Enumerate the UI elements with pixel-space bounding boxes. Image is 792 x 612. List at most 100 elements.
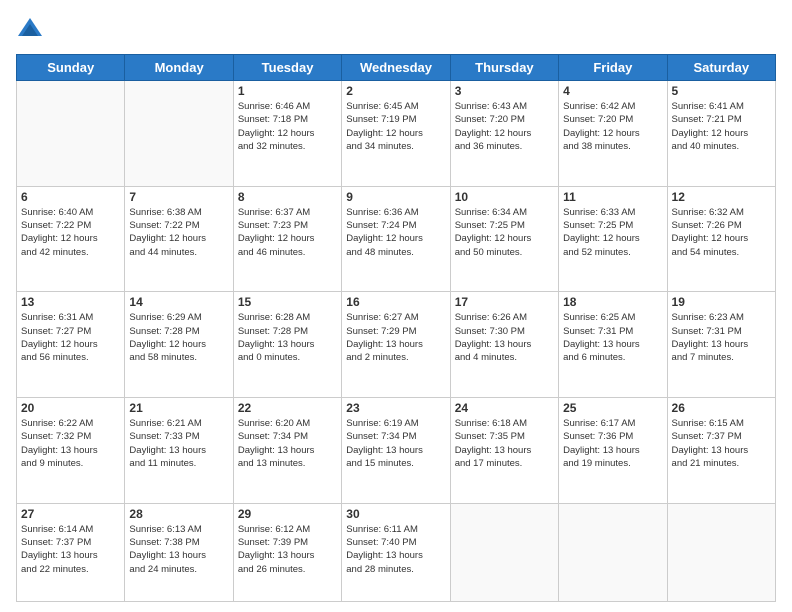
day-info: Sunrise: 6:13 AM Sunset: 7:38 PM Dayligh…	[129, 523, 228, 576]
day-number: 11	[563, 190, 662, 204]
day-info: Sunrise: 6:37 AM Sunset: 7:23 PM Dayligh…	[238, 206, 337, 259]
day-number: 14	[129, 295, 228, 309]
day-info: Sunrise: 6:18 AM Sunset: 7:35 PM Dayligh…	[455, 417, 554, 470]
day-cell-22: 22Sunrise: 6:20 AM Sunset: 7:34 PM Dayli…	[233, 398, 341, 504]
day-number: 5	[672, 84, 771, 98]
day-number: 9	[346, 190, 445, 204]
calendar-table: SundayMondayTuesdayWednesdayThursdayFrid…	[16, 54, 776, 602]
day-cell-15: 15 Sunrise: 6:28 AM Sunset: 7:28 PM Dayli…	[233, 292, 341, 398]
day-info: Sunrise: 6:19 AM Sunset: 7:34 PM Dayligh…	[346, 417, 445, 470]
day-info: Sunrise: 6:17 AM Sunset: 7:36 PM Dayligh…	[563, 417, 662, 470]
week-row-5: 27 Sunrise: 6:14 AM Sunset: 7:37 PM Dayli…	[17, 503, 776, 601]
weekday-header-friday: Friday	[559, 55, 667, 81]
day-cell-18: 18 Sunrise: 6:25 AM Sunset: 7:31 PM Dayli…	[559, 292, 667, 398]
day-info: Sunrise: 6:42 AM Sunset: 7:20 PM Dayligh…	[563, 100, 662, 153]
week-row-2: 6 Sunrise: 6:40 AM Sunset: 7:22 PM Daylig…	[17, 186, 776, 292]
day-cell-11: 11 Sunrise: 6:33 AM Sunset: 7:25 PM Dayli…	[559, 186, 667, 292]
header	[16, 16, 776, 44]
day-cell-5: 5 Sunrise: 6:41 AM Sunset: 7:21 PM Daylig…	[667, 81, 775, 187]
day-number: 18	[563, 295, 662, 309]
day-info: Sunrise: 6:38 AM Sunset: 7:22 PM Dayligh…	[129, 206, 228, 259]
day-info: Sunrise: 6:36 AM Sunset: 7:24 PM Dayligh…	[346, 206, 445, 259]
week-row-1: 1 Sunrise: 6:46 AM Sunset: 7:18 PM Daylig…	[17, 81, 776, 187]
logo-icon	[16, 16, 44, 44]
day-info: Sunrise: 6:28 AM Sunset: 7:28 PM Dayligh…	[238, 311, 337, 364]
day-cell-23: 23 Sunrise: 6:19 AM Sunset: 7:34 PM Dayli…	[342, 398, 450, 504]
day-cell-14: 14 Sunrise: 6:29 AM Sunset: 7:28 PM Dayli…	[125, 292, 233, 398]
day-number: 8	[238, 190, 337, 204]
day-cell-2: 2 Sunrise: 6:45 AM Sunset: 7:19 PM Daylig…	[342, 81, 450, 187]
day-cell-25: 25 Sunrise: 6:17 AM Sunset: 7:36 PM Dayli…	[559, 398, 667, 504]
day-cell-10: 10 Sunrise: 6:34 AM Sunset: 7:25 PM Dayli…	[450, 186, 558, 292]
empty-cell	[125, 81, 233, 187]
day-info: Sunrise: 6:14 AM Sunset: 7:37 PM Dayligh…	[21, 523, 120, 576]
day-number: 25	[563, 401, 662, 415]
weekday-header-saturday: Saturday	[667, 55, 775, 81]
empty-cell	[667, 503, 775, 601]
day-info: Sunrise: 6:31 AM Sunset: 7:27 PM Dayligh…	[21, 311, 120, 364]
day-number: 6	[21, 190, 120, 204]
day-cell-20: 20 Sunrise: 6:22 AM Sunset: 7:32 PM Dayli…	[17, 398, 125, 504]
day-number: 26	[672, 401, 771, 415]
day-cell-16: 16 Sunrise: 6:27 AM Sunset: 7:29 PM Dayli…	[342, 292, 450, 398]
day-number: 2	[346, 84, 445, 98]
day-cell-24: 24 Sunrise: 6:18 AM Sunset: 7:35 PM Dayli…	[450, 398, 558, 504]
weekday-header-thursday: Thursday	[450, 55, 558, 81]
day-info: Sunrise: 6:29 AM Sunset: 7:28 PM Dayligh…	[129, 311, 228, 364]
day-info: Sunrise: 6:45 AM Sunset: 7:19 PM Dayligh…	[346, 100, 445, 153]
day-cell-12: 12Sunrise: 6:32 AM Sunset: 7:26 PM Dayli…	[667, 186, 775, 292]
weekday-header-wednesday: Wednesday	[342, 55, 450, 81]
day-info: Sunrise: 6:40 AM Sunset: 7:22 PM Dayligh…	[21, 206, 120, 259]
day-number: 29	[238, 507, 337, 521]
day-info: Sunrise: 6:27 AM Sunset: 7:29 PM Dayligh…	[346, 311, 445, 364]
day-info: Sunrise: 6:34 AM Sunset: 7:25 PM Dayligh…	[455, 206, 554, 259]
day-number: 24	[455, 401, 554, 415]
day-number: 20	[21, 401, 120, 415]
day-number: 15	[238, 295, 337, 309]
week-row-3: 13 Sunrise: 6:31 AM Sunset: 7:27 PM Dayli…	[17, 292, 776, 398]
day-number: 3	[455, 84, 554, 98]
day-info: Sunrise: 6:33 AM Sunset: 7:25 PM Dayligh…	[563, 206, 662, 259]
day-cell-1: 1 Sunrise: 6:46 AM Sunset: 7:18 PM Daylig…	[233, 81, 341, 187]
day-cell-21: 21 Sunrise: 6:21 AM Sunset: 7:33 PM Dayli…	[125, 398, 233, 504]
day-number: 28	[129, 507, 228, 521]
day-info: Sunrise: 6:21 AM Sunset: 7:33 PM Dayligh…	[129, 417, 228, 470]
day-cell-26: 26 Sunrise: 6:15 AM Sunset: 7:37 PM Dayli…	[667, 398, 775, 504]
empty-cell	[559, 503, 667, 601]
day-info: Sunrise: 6:41 AM Sunset: 7:21 PM Dayligh…	[672, 100, 771, 153]
day-number: 10	[455, 190, 554, 204]
day-info: Sunrise: 6:12 AM Sunset: 7:39 PM Dayligh…	[238, 523, 337, 576]
day-number: 1	[238, 84, 337, 98]
day-number: 23	[346, 401, 445, 415]
day-info: Sunrise: 6:23 AM Sunset: 7:31 PM Dayligh…	[672, 311, 771, 364]
weekday-header-row: SundayMondayTuesdayWednesdayThursdayFrid…	[17, 55, 776, 81]
day-cell-30: 30Sunrise: 6:11 AM Sunset: 7:40 PM Dayli…	[342, 503, 450, 601]
day-number: 21	[129, 401, 228, 415]
day-cell-9: 9 Sunrise: 6:36 AM Sunset: 7:24 PM Daylig…	[342, 186, 450, 292]
day-info: Sunrise: 6:25 AM Sunset: 7:31 PM Dayligh…	[563, 311, 662, 364]
day-number: 27	[21, 507, 120, 521]
day-cell-6: 6 Sunrise: 6:40 AM Sunset: 7:22 PM Daylig…	[17, 186, 125, 292]
day-cell-29: 29 Sunrise: 6:12 AM Sunset: 7:39 PM Dayli…	[233, 503, 341, 601]
week-row-4: 20 Sunrise: 6:22 AM Sunset: 7:32 PM Dayli…	[17, 398, 776, 504]
day-number: 12	[672, 190, 771, 204]
weekday-header-tuesday: Tuesday	[233, 55, 341, 81]
day-number: 22	[238, 401, 337, 415]
day-info: Sunrise: 6:22 AM Sunset: 7:32 PM Dayligh…	[21, 417, 120, 470]
logo	[16, 16, 48, 44]
day-cell-7: 7 Sunrise: 6:38 AM Sunset: 7:22 PM Daylig…	[125, 186, 233, 292]
day-cell-27: 27 Sunrise: 6:14 AM Sunset: 7:37 PM Dayli…	[17, 503, 125, 601]
page: SundayMondayTuesdayWednesdayThursdayFrid…	[0, 0, 792, 612]
day-info: Sunrise: 6:43 AM Sunset: 7:20 PM Dayligh…	[455, 100, 554, 153]
weekday-header-monday: Monday	[125, 55, 233, 81]
day-info: Sunrise: 6:15 AM Sunset: 7:37 PM Dayligh…	[672, 417, 771, 470]
day-number: 16	[346, 295, 445, 309]
day-number: 7	[129, 190, 228, 204]
day-info: Sunrise: 6:46 AM Sunset: 7:18 PM Dayligh…	[238, 100, 337, 153]
empty-cell	[17, 81, 125, 187]
day-cell-4: 4 Sunrise: 6:42 AM Sunset: 7:20 PM Daylig…	[559, 81, 667, 187]
weekday-header-sunday: Sunday	[17, 55, 125, 81]
day-number: 13	[21, 295, 120, 309]
day-number: 30	[346, 507, 445, 521]
day-number: 4	[563, 84, 662, 98]
